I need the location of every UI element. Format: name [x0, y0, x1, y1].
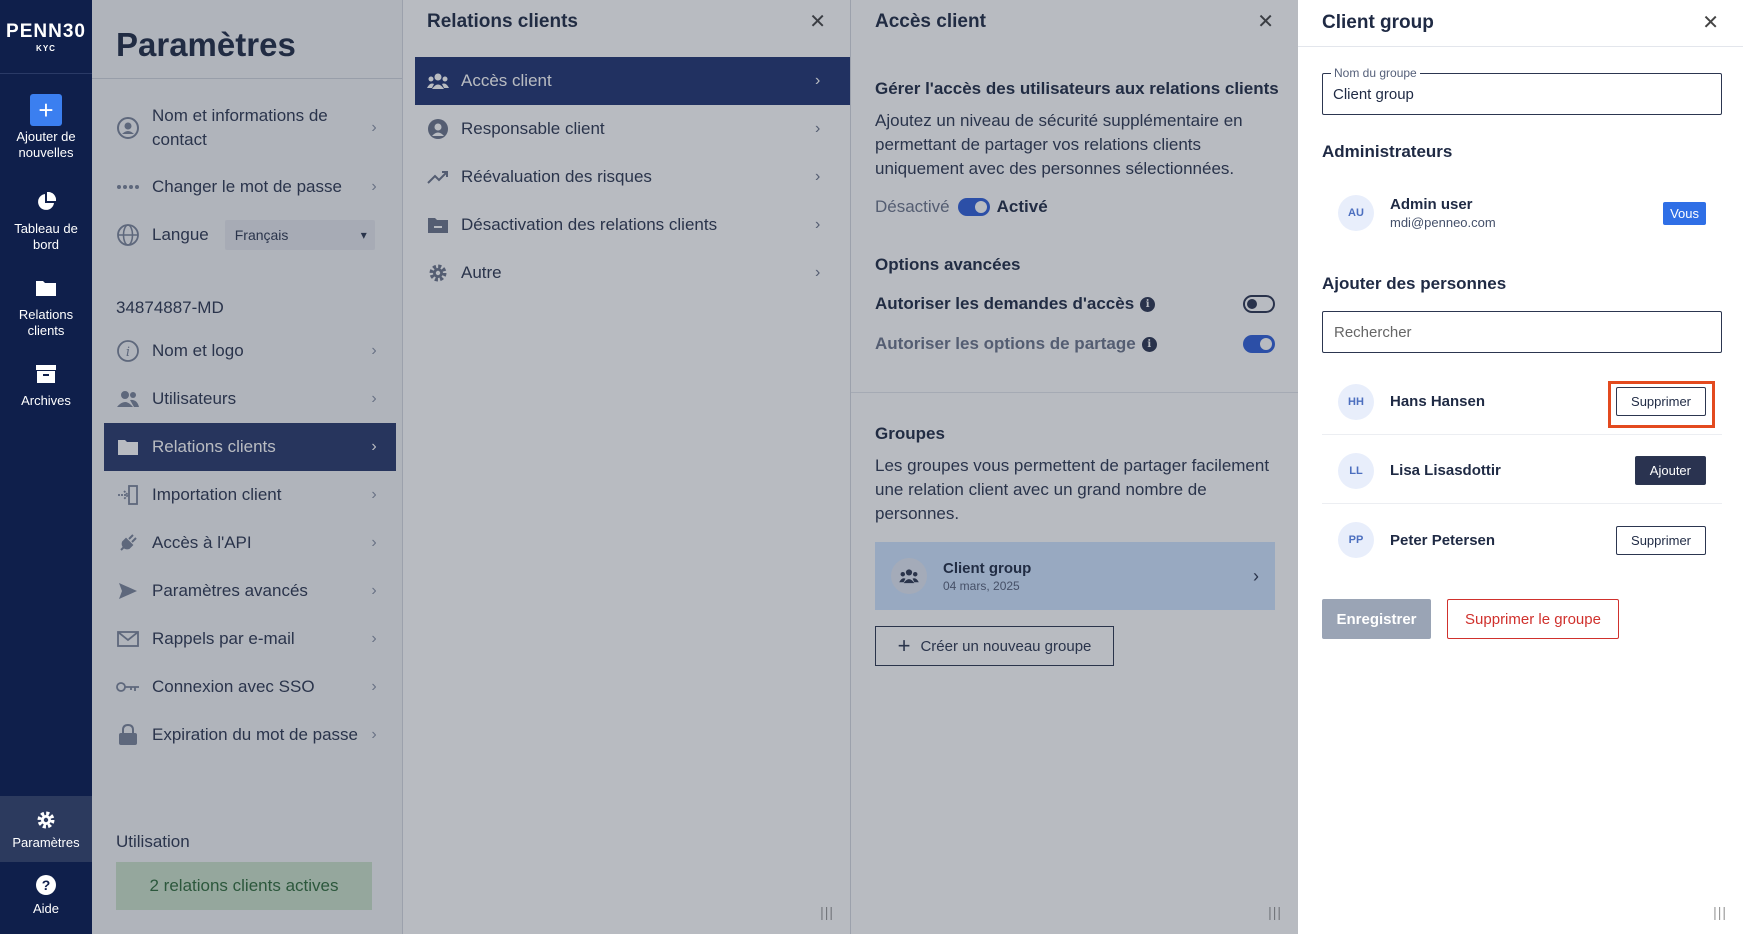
- save-button[interactable]: Enregistrer: [1322, 599, 1431, 639]
- person-name: Hans Hansen: [1390, 393, 1486, 410]
- person-name: Lisa Lisasdottir: [1390, 462, 1501, 479]
- resize-handle-icon[interactable]: |||: [1713, 904, 1727, 920]
- group-name-field: Nom du groupe: [1322, 66, 1722, 115]
- avatar: HH: [1338, 383, 1374, 420]
- logo[interactable]: PENN30 KYC: [0, 0, 92, 74]
- you-badge: Vous: [1663, 201, 1706, 225]
- add-people-title: Ajouter des personnes: [1322, 274, 1507, 293]
- group-name-label: Nom du groupe: [1331, 66, 1420, 80]
- nav-settings-label: Paramètres: [12, 834, 80, 850]
- nav-settings[interactable]: Paramètres: [0, 796, 92, 862]
- main-nav: PENN30 KYC + Ajouter de nouvelles Tablea…: [0, 0, 92, 934]
- person-row: PP Peter Petersen Supprimer: [1322, 507, 1722, 573]
- pie-chart-icon: [30, 186, 62, 218]
- archive-icon: [30, 358, 62, 390]
- gear-icon: [30, 808, 62, 832]
- group-name-input[interactable]: [1323, 74, 1721, 114]
- person-row: LL Lisa Lisasdottir Ajouter: [1322, 438, 1722, 504]
- drawer-title: Client group: [1322, 12, 1434, 33]
- person-name: Peter Petersen: [1390, 531, 1496, 549]
- add-person-button[interactable]: Ajouter: [1634, 456, 1706, 485]
- search-placeholder: Rechercher: [1334, 323, 1412, 341]
- search-input[interactable]: Rechercher: [1322, 311, 1722, 353]
- delete-group-button[interactable]: Supprimer le groupe: [1447, 599, 1619, 639]
- avatar: AU: [1338, 195, 1374, 231]
- nav-add-new[interactable]: + Ajouter de nouvelles: [0, 94, 92, 161]
- remove-person-button[interactable]: Supprimer: [1616, 525, 1706, 555]
- logo-sub: KYC: [36, 43, 56, 53]
- nav-relations-label: Relations clients: [18, 307, 74, 338]
- nav-dashboard[interactable]: Tableau de bord: [0, 186, 92, 253]
- avatar: PP: [1338, 522, 1374, 558]
- nav-add-new-label: Ajouter de nouvelles: [16, 129, 76, 160]
- nav-archives[interactable]: Archives: [0, 358, 92, 409]
- avatar: LL: [1338, 452, 1374, 489]
- logo-text: PENN30: [6, 20, 86, 42]
- svg-text:?: ?: [42, 877, 51, 893]
- admin-email: mdi@penneo.com: [1390, 215, 1496, 230]
- nav-dashboard-label: Tableau de bord: [14, 221, 78, 252]
- nav-relations[interactable]: Relations clients: [0, 272, 92, 339]
- admin-name: Admin user: [1390, 196, 1473, 213]
- folder-icon: [30, 272, 62, 304]
- plus-icon: +: [30, 94, 62, 126]
- modal-overlay[interactable]: [92, 0, 1298, 934]
- nav-help-label: Aide: [32, 901, 60, 916]
- admin-row: AU Admin user mdi@penneo.com Vous: [1322, 180, 1722, 246]
- close-icon[interactable]: ✕: [1702, 13, 1719, 33]
- client-group-drawer: Client group ✕ Nom du groupe Administrat…: [1298, 0, 1743, 934]
- highlight-box: [1608, 381, 1715, 428]
- help-icon: ?: [30, 872, 62, 898]
- nav-help[interactable]: ? Aide: [0, 872, 92, 917]
- nav-archives-label: Archives: [21, 393, 71, 408]
- admins-title: Administrateurs: [1322, 142, 1453, 161]
